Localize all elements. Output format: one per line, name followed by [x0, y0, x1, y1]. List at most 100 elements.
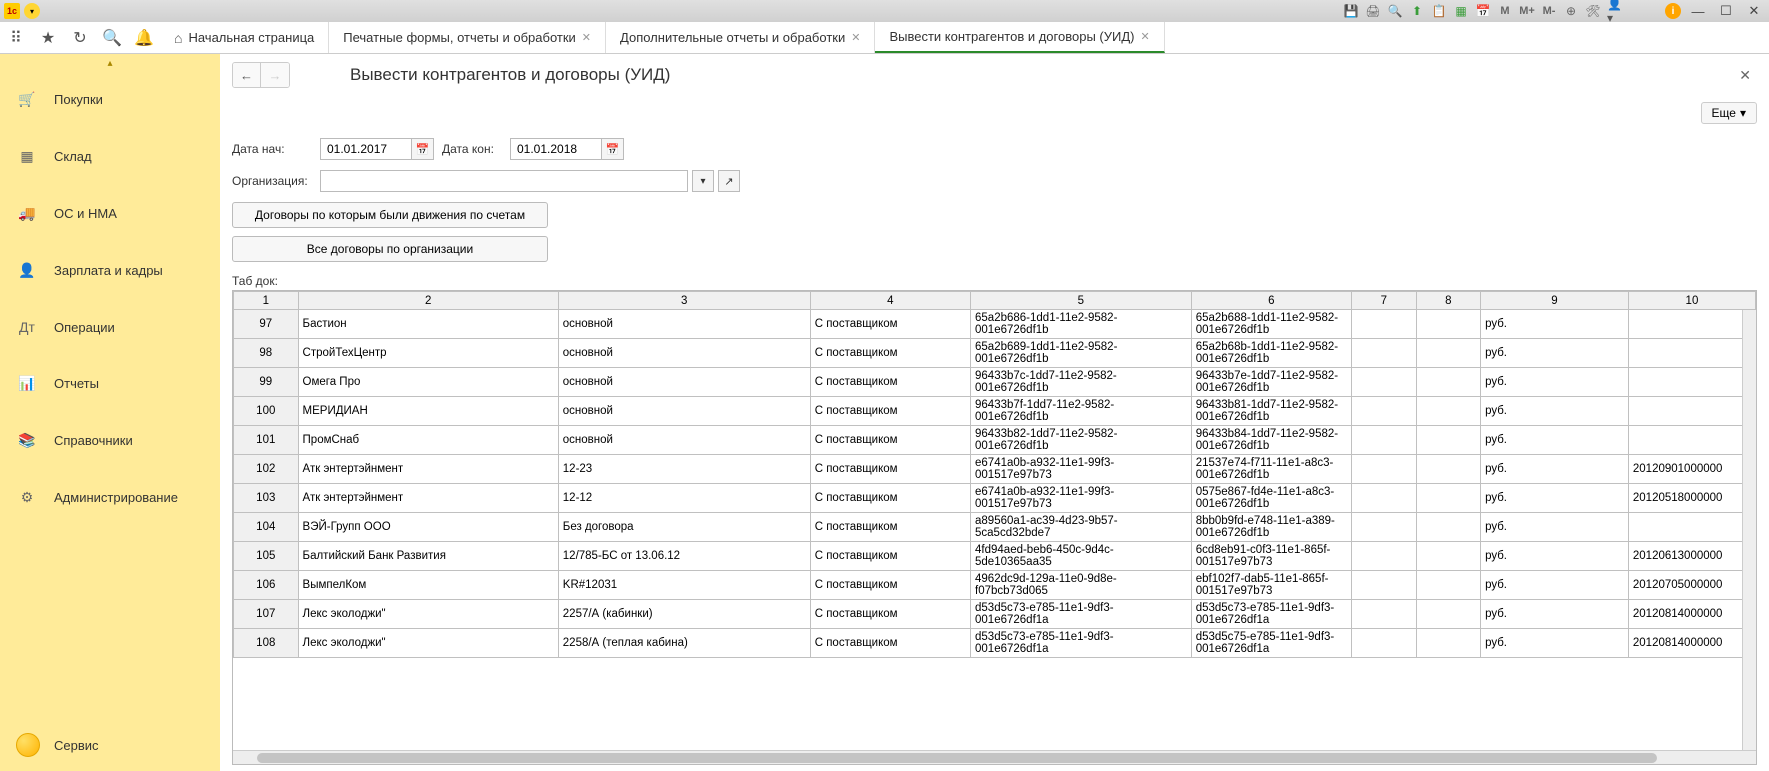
- table-row[interactable]: 98СтройТехЦентросновнойС поставщиком65a2…: [234, 339, 1756, 368]
- table-cell[interactable]: [1352, 542, 1417, 571]
- table-cell[interactable]: [1352, 339, 1417, 368]
- table-cell[interactable]: [1416, 513, 1481, 542]
- calculator-icon[interactable]: ▦: [1453, 3, 1469, 19]
- table-cell[interactable]: [1352, 455, 1417, 484]
- tab-additional-reports[interactable]: Дополнительные отчеты и обработки ✕: [606, 22, 875, 53]
- table-cell[interactable]: Атк энтертэйнмент: [298, 455, 558, 484]
- table-cell[interactable]: 96433b7f-1dd7-11e2-9582-001e6726df1b: [971, 397, 1192, 426]
- favorite-icon[interactable]: ★: [32, 22, 64, 53]
- table-cell[interactable]: [1352, 368, 1417, 397]
- table-cell[interactable]: руб.: [1481, 397, 1629, 426]
- table-cell[interactable]: 20120613000000: [1628, 542, 1755, 571]
- table-cell[interactable]: 96433b81-1dd7-11e2-9582-001e6726df1b: [1191, 397, 1351, 426]
- table-cell[interactable]: СтройТехЦентр: [298, 339, 558, 368]
- table-cell[interactable]: [1628, 310, 1755, 339]
- table-cell[interactable]: С поставщиком: [810, 600, 970, 629]
- sidebar-item-assets[interactable]: 🚚ОС и НМА: [0, 185, 220, 242]
- table-cell[interactable]: [1352, 571, 1417, 600]
- table-cell[interactable]: 65a2b688-1dd1-11e2-9582-001e6726df1b: [1191, 310, 1351, 339]
- table-cell[interactable]: [1352, 629, 1417, 658]
- table-cell[interactable]: [1628, 397, 1755, 426]
- sidebar-item-catalogs[interactable]: 📚Справочники: [0, 412, 220, 469]
- table-cell[interactable]: С поставщиком: [810, 571, 970, 600]
- nav-back-button[interactable]: ←: [233, 63, 261, 87]
- table-cell[interactable]: 8bb0b9fd-e748-11e1-a389-001e6726df1b: [1191, 513, 1351, 542]
- table-cell[interactable]: 96433b7e-1dd7-11e2-9582-001e6726df1b: [1191, 368, 1351, 397]
- sidebar-item-admin[interactable]: ⚙Администрирование: [0, 469, 220, 526]
- clipboard-icon[interactable]: 📋: [1431, 3, 1447, 19]
- table-cell[interactable]: руб.: [1481, 368, 1629, 397]
- table-cell[interactable]: d53d5c73-e785-11e1-9df3-001e6726df1a: [971, 600, 1192, 629]
- history-icon[interactable]: ↻: [64, 22, 96, 53]
- table-cell[interactable]: ПромСнаб: [298, 426, 558, 455]
- table-cell[interactable]: С поставщиком: [810, 513, 970, 542]
- table-cell[interactable]: 20120814000000: [1628, 600, 1755, 629]
- info-icon[interactable]: i: [1665, 3, 1681, 19]
- tab-print-forms[interactable]: Печатные формы, отчеты и обработки ✕: [329, 22, 606, 53]
- m-plus-icon[interactable]: M+: [1519, 3, 1535, 19]
- table-cell[interactable]: МЕРИДИАН: [298, 397, 558, 426]
- table-row[interactable]: 105Балтийский Банк Развития12/785-БС от …: [234, 542, 1756, 571]
- table-cell[interactable]: [1416, 542, 1481, 571]
- table-cell[interactable]: С поставщиком: [810, 426, 970, 455]
- table-cell[interactable]: руб.: [1481, 629, 1629, 658]
- table-cell[interactable]: С поставщиком: [810, 397, 970, 426]
- org-input[interactable]: [320, 170, 688, 192]
- table-row[interactable]: 107Лекс эколоджи"2257/А (кабинки)С поста…: [234, 600, 1756, 629]
- m-memory-icon[interactable]: M: [1497, 3, 1513, 19]
- table-cell[interactable]: 65a2b689-1dd1-11e2-9582-001e6726df1b: [971, 339, 1192, 368]
- close-icon[interactable]: ✕: [1140, 30, 1149, 43]
- sidebar-item-warehouse[interactable]: ▦Склад: [0, 128, 220, 185]
- table-cell[interactable]: С поставщиком: [810, 310, 970, 339]
- table-row[interactable]: 103Атк энтертэйнмент12-12С поставщикомe6…: [234, 484, 1756, 513]
- maximize-button[interactable]: ☐: [1715, 2, 1737, 20]
- table-cell[interactable]: KR#12031: [558, 571, 810, 600]
- table-cell[interactable]: d53d5c75-e785-11e1-9df3-001e6726df1a: [1191, 629, 1351, 658]
- table-cell[interactable]: Балтийский Банк Развития: [298, 542, 558, 571]
- table-cell[interactable]: ВымпелКом: [298, 571, 558, 600]
- dropdown-icon[interactable]: ▾: [692, 170, 714, 192]
- table-row[interactable]: 99Омега ПроосновнойС поставщиком96433b7c…: [234, 368, 1756, 397]
- tab-home[interactable]: ⌂ Начальная страница: [160, 22, 329, 53]
- table-row[interactable]: 102Атк энтертэйнмент12-23С поставщикомe6…: [234, 455, 1756, 484]
- table-cell[interactable]: 65a2b686-1dd1-11e2-9582-001e6726df1b: [971, 310, 1192, 339]
- minimize-button[interactable]: —: [1687, 2, 1709, 20]
- table-cell[interactable]: 12-23: [558, 455, 810, 484]
- close-icon[interactable]: ✕: [582, 31, 591, 44]
- table-cell[interactable]: a89560a1-ac39-4d23-9b57-5ca5cd32bde7: [971, 513, 1192, 542]
- table-cell[interactable]: руб.: [1481, 310, 1629, 339]
- table-cell[interactable]: руб.: [1481, 484, 1629, 513]
- column-header[interactable]: 10: [1628, 292, 1755, 310]
- table-cell[interactable]: e6741a0b-a932-11e1-99f3-001517e97b73: [971, 455, 1192, 484]
- table-cell[interactable]: 4fd94aed-beb6-450c-9d4c-5de10365aa35: [971, 542, 1192, 571]
- calendar-icon[interactable]: 📅: [601, 139, 623, 159]
- vertical-scrollbar[interactable]: [1742, 310, 1756, 750]
- app-menu-icon[interactable]: ▾: [24, 3, 40, 19]
- sidebar-item-service[interactable]: Сервис: [0, 719, 220, 771]
- table-cell[interactable]: С поставщиком: [810, 542, 970, 571]
- table-cell[interactable]: Омега Про: [298, 368, 558, 397]
- table-cell[interactable]: основной: [558, 426, 810, 455]
- close-window-button[interactable]: ✕: [1743, 2, 1765, 20]
- table-cell[interactable]: [1416, 397, 1481, 426]
- column-header[interactable]: 5: [971, 292, 1192, 310]
- table-cell[interactable]: Бастион: [298, 310, 558, 339]
- table-cell[interactable]: 96433b7c-1dd7-11e2-9582-001e6726df1b: [971, 368, 1192, 397]
- table-cell[interactable]: С поставщиком: [810, 484, 970, 513]
- table-cell[interactable]: основной: [558, 339, 810, 368]
- table-cell[interactable]: С поставщиком: [810, 368, 970, 397]
- table-cell[interactable]: [1628, 513, 1755, 542]
- table-cell[interactable]: руб.: [1481, 339, 1629, 368]
- page-close-button[interactable]: ✕: [1739, 67, 1751, 84]
- table-cell[interactable]: Без договора: [558, 513, 810, 542]
- sidebar-item-salary[interactable]: 👤Зарплата и кадры: [0, 242, 220, 299]
- table-row[interactable]: 101ПромСнабосновнойС поставщиком96433b82…: [234, 426, 1756, 455]
- table-cell[interactable]: [1352, 310, 1417, 339]
- table-cell[interactable]: 0575e867-fd4e-11e1-a8c3-001e6726df1b: [1191, 484, 1351, 513]
- table-cell[interactable]: [1352, 484, 1417, 513]
- table-cell[interactable]: 4962dc9d-129a-11e0-9d8e-f07bcb73d065: [971, 571, 1192, 600]
- calendar-icon[interactable]: 📅: [1475, 3, 1491, 19]
- search-icon[interactable]: 🔍: [96, 22, 128, 53]
- table-cell[interactable]: руб.: [1481, 426, 1629, 455]
- preview-icon[interactable]: 🔍: [1387, 3, 1403, 19]
